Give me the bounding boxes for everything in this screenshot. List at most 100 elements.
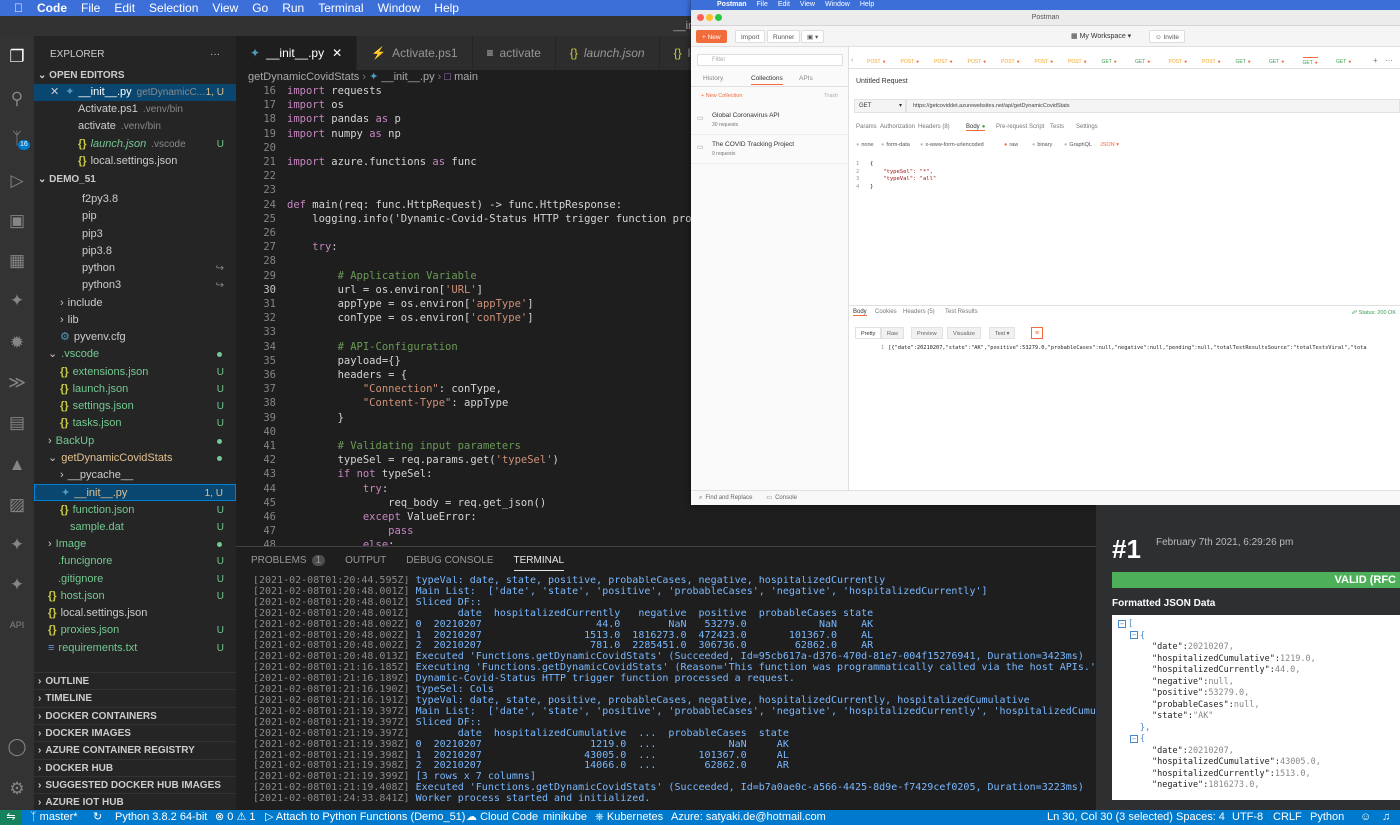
tree-item[interactable]: {} settings.json U: [34, 398, 236, 415]
section-header[interactable]: › SUGGESTED DOCKER HUB IMAGES: [34, 775, 236, 793]
response-body[interactable]: 1 [{"date":20210207,"state":"AK","positiv…: [881, 345, 1399, 351]
project-header[interactable]: ⌄ DEMO_51: [34, 171, 236, 188]
response-tab[interactable]: Test Results: [945, 309, 978, 315]
cloud-code-icon[interactable]: ✦: [6, 534, 28, 556]
azure-icon[interactable]: ▲: [6, 454, 28, 476]
panel-tab-output[interactable]: OUTPUT: [345, 551, 386, 571]
tree-item[interactable]: › Image: [34, 536, 236, 553]
minimize-window-icon[interactable]: [706, 14, 713, 21]
docker-icon[interactable]: ▨: [6, 494, 28, 516]
tree-item[interactable]: {} tasks.json U: [34, 415, 236, 432]
k8s-icon[interactable]: ✦: [6, 574, 28, 596]
explorer-icon[interactable]: ❐: [6, 46, 28, 68]
open-editors-header[interactable]: ⌄ OPEN EDITORS: [34, 67, 236, 84]
request-tab[interactable]: POST ●: [1035, 59, 1054, 69]
sidebar-tab[interactable]: Collections: [751, 75, 783, 85]
response-tab[interactable]: Cookies: [875, 309, 897, 315]
close-icon[interactable]: ✕: [50, 86, 59, 98]
file-icon[interactable]: ▤: [6, 412, 28, 434]
url-input[interactable]: https://getcoviddet.azurewebsites.net/ap…: [906, 99, 1400, 113]
workspace-switcher[interactable]: ▦ My Workspace ▾: [1071, 32, 1131, 40]
tree-item[interactable]: ⚙ pyvenv.cfg: [34, 329, 236, 346]
response-view-button[interactable]: Raw: [881, 327, 905, 339]
feedback-icon[interactable]: ☺: [1360, 810, 1371, 825]
terminal-icon[interactable]: ≫: [6, 372, 28, 394]
panel-tab-problems[interactable]: PROBLEMS 1: [251, 551, 326, 571]
request-tab[interactable]: POST ●: [901, 59, 920, 69]
tree-item[interactable]: {} extensions.json U: [34, 364, 236, 381]
open-editor-item[interactable]: Activate.ps1 .venv/bin: [34, 101, 236, 118]
request-subtab[interactable]: Authorization: [880, 124, 915, 130]
gear-icon[interactable]: ⚙: [6, 778, 28, 800]
editor-tab[interactable]: ≡ activate: [472, 36, 556, 70]
request-subtab[interactable]: Params: [856, 124, 877, 130]
postman-menu-item[interactable]: Edit: [778, 1, 790, 8]
editor-tab[interactable]: ⚡ Activate.ps1: [357, 36, 473, 70]
collapse-toggle-icon[interactable]: −: [1130, 734, 1138, 743]
remote-explorer-icon[interactable]: ▣: [6, 210, 28, 232]
menu-file[interactable]: File: [81, 1, 100, 15]
tab-menu-icon[interactable]: ⋯: [1385, 56, 1393, 65]
breadcrumb-folder[interactable]: getDynamicCovidStats: [248, 71, 359, 83]
request-tab[interactable]: GET ●: [1135, 59, 1150, 69]
postman-menu-item[interactable]: File: [757, 1, 768, 8]
method-select[interactable]: GET ▾: [854, 99, 906, 113]
tree-item[interactable]: python ↪: [34, 260, 236, 277]
tree-item[interactable]: ⌄ .vscode: [34, 346, 236, 363]
problems-status[interactable]: ⊗ 0 ⚠ 1: [215, 810, 256, 825]
new-collection-link[interactable]: + New Collection: [701, 93, 742, 99]
response-tab[interactable]: Body: [853, 309, 867, 316]
menu-run[interactable]: Run: [282, 1, 304, 15]
tree-item[interactable]: › BackUp: [34, 433, 236, 450]
response-format-select[interactable]: Text ▾: [989, 327, 1016, 339]
postman-menu-item[interactable]: Window: [825, 1, 850, 8]
body-format-select[interactable]: JSON ▾: [1100, 142, 1119, 148]
tree-item[interactable]: ✦ __init__.py 1, U: [34, 484, 236, 502]
bell-icon[interactable]: ♫: [1382, 810, 1390, 825]
python-interpreter[interactable]: Python 3.8.2 64-bit: [115, 810, 207, 825]
tree-item[interactable]: › lib: [34, 312, 236, 329]
tree-item[interactable]: pip3.8: [34, 243, 236, 260]
section-header[interactable]: › AZURE CONTAINER REGISTRY: [34, 741, 236, 758]
azure-account[interactable]: Azure: satyaki.de@hotmail.com: [671, 810, 826, 825]
line-endings[interactable]: CRLF: [1273, 810, 1302, 825]
new-window-button[interactable]: ▣ ▾: [801, 30, 825, 43]
request-subtab[interactable]: Tests: [1050, 124, 1064, 130]
tree-item[interactable]: f2py3.8: [34, 191, 236, 208]
request-tab[interactable]: POST ●: [934, 59, 953, 69]
section-header[interactable]: › TIMELINE: [34, 689, 236, 706]
postman-menu-item[interactable]: Postman: [717, 1, 747, 8]
open-editor-item[interactable]: {} launch.json .vscode U: [34, 136, 236, 153]
request-tab[interactable]: POST ●: [1001, 59, 1020, 69]
request-tab[interactable]: GET ●: [1302, 57, 1318, 67]
extensions-icon[interactable]: ▦: [6, 250, 28, 272]
request-tab[interactable]: GET ●: [1269, 59, 1284, 69]
cursor-position[interactable]: Ln 30, Col 30 (3 selected): [1047, 810, 1173, 825]
search-icon[interactable]: ⚲: [6, 88, 28, 110]
tree-item[interactable]: python3 ↪: [34, 277, 236, 294]
tree-item[interactable]: {} host.json U: [34, 588, 236, 605]
request-tab[interactable]: GET ●: [1336, 59, 1351, 69]
encoding[interactable]: UTF-8: [1232, 810, 1263, 825]
body-type-radio[interactable]: ● x-www-form-urlencoded: [920, 142, 984, 148]
response-view-button[interactable]: Pretty: [855, 327, 882, 339]
console-button[interactable]: Console: [775, 495, 797, 501]
postman-menu-item[interactable]: Help: [860, 1, 874, 8]
minikube-status[interactable]: minikube: [543, 810, 587, 825]
filter-input[interactable]: Filter: [697, 54, 843, 66]
collection-item[interactable]: ▭ Global Coronavirus API 30 requests: [691, 107, 849, 135]
branch-status[interactable]: ᛉ master*: [30, 810, 78, 825]
attach-debug[interactable]: ▷ Attach to Python Functions (Demo_51): [265, 810, 465, 825]
collapse-toggle-icon[interactable]: −: [1118, 619, 1126, 628]
open-editor-item[interactable]: activate .venv/bin: [34, 118, 236, 135]
editor-tab[interactable]: ✦ __init__.py ✕: [236, 36, 358, 70]
request-subtab[interactable]: Body ●: [966, 124, 986, 131]
menu-terminal[interactable]: Terminal: [318, 1, 363, 15]
tree-item[interactable]: {} local.settings.json: [34, 605, 236, 622]
new-tab-icon[interactable]: +: [1373, 56, 1378, 65]
section-header[interactable]: › DOCKER IMAGES: [34, 723, 236, 741]
tree-item[interactable]: .funcignore U: [34, 553, 236, 570]
request-name[interactable]: Untitled Request: [856, 78, 908, 85]
tree-item[interactable]: {} proxies.json U: [34, 622, 236, 639]
request-tab[interactable]: POST ●: [1169, 59, 1188, 69]
